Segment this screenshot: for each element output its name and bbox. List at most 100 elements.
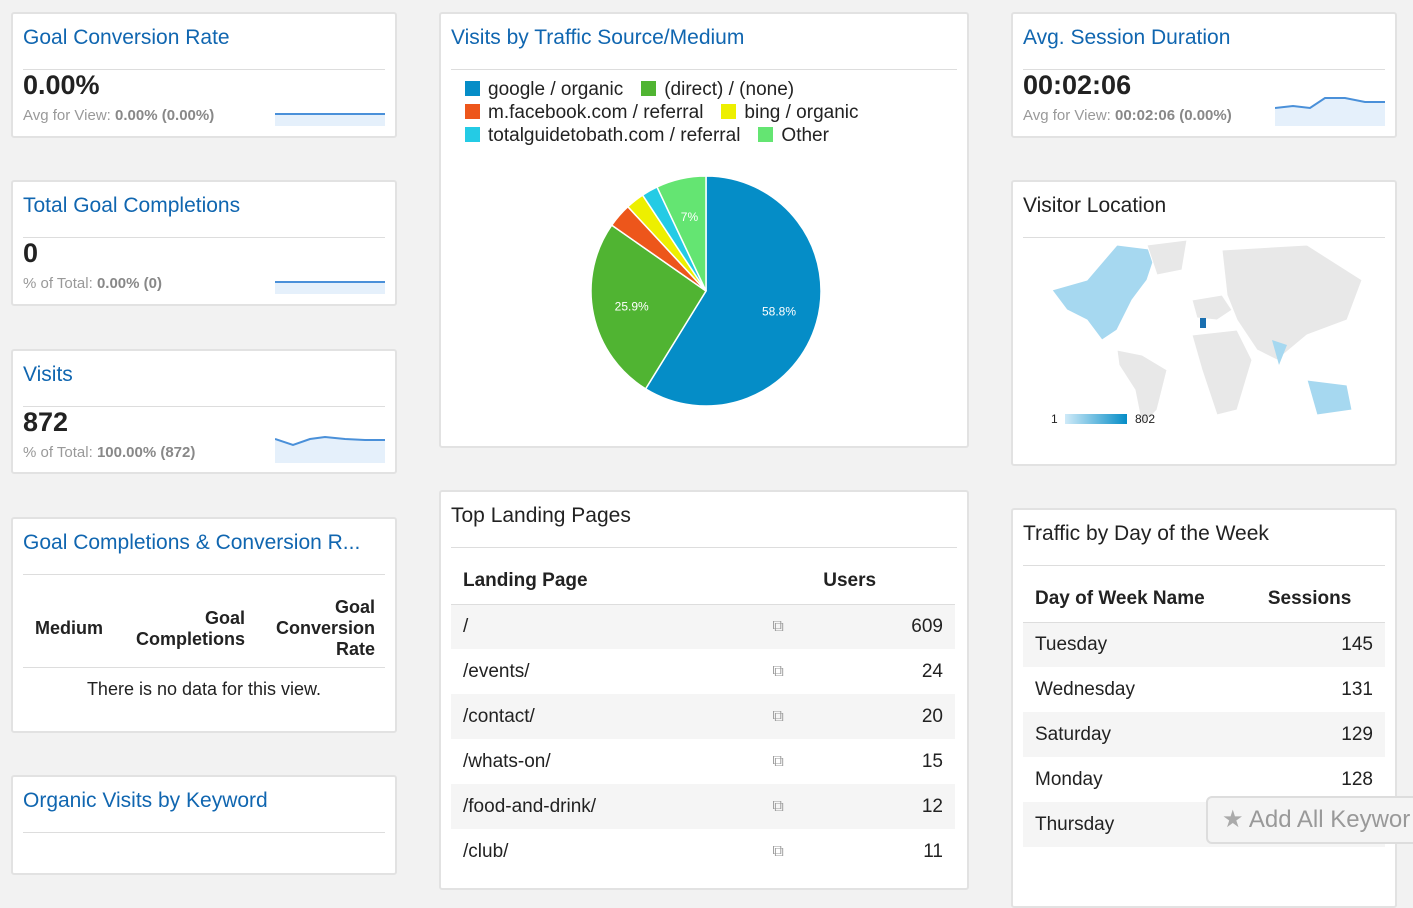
col-header[interactable]: Day of Week Name bbox=[1023, 576, 1256, 622]
metric-value: 0 bbox=[23, 238, 39, 268]
table-row: /whats-on/⧉ 15 bbox=[451, 739, 955, 784]
table-row: / ⧉ 609 bbox=[451, 604, 955, 649]
sub-value: 00:02:06 (0.00%) bbox=[1115, 107, 1232, 124]
traffic-source-widget: Visits by Traffic Source/Medium google /… bbox=[439, 12, 969, 448]
legend-item: bing / organic bbox=[721, 101, 859, 124]
visitor-location-widget: Visitor Location 1 802 bbox=[1011, 180, 1397, 466]
col-header[interactable]: Goal Completions bbox=[125, 591, 245, 667]
open-external-icon[interactable]: ⧉ bbox=[745, 649, 811, 694]
table-row: /contact/⧉ 20 bbox=[451, 694, 955, 739]
sparkline bbox=[275, 435, 385, 463]
widget-title[interactable]: Goal Completions & Conversion R... bbox=[23, 531, 385, 575]
sparkline bbox=[1275, 97, 1385, 126]
goal-table-widget: Goal Completions & Conversion R... Mediu… bbox=[11, 517, 397, 733]
legend-item: totalguidetobath.com / referral bbox=[465, 124, 740, 147]
users: 11 bbox=[923, 840, 943, 862]
landing-page[interactable]: /club/ bbox=[451, 829, 745, 874]
sub-label: % of Total: bbox=[23, 444, 93, 461]
legend-max: 802 bbox=[1135, 412, 1156, 426]
sessions: 129 bbox=[1255, 712, 1385, 757]
sessions: 145 bbox=[1255, 622, 1385, 667]
sparkline bbox=[275, 113, 385, 126]
day-of-week-widget: Traffic by Day of the Week Day of Week N… bbox=[1011, 508, 1397, 908]
widget-title: Top Landing Pages bbox=[451, 504, 957, 548]
sub-label: % of Total: bbox=[23, 275, 93, 292]
col-header[interactable]: Sessions bbox=[1256, 576, 1385, 622]
empty-message: There is no data for this view. bbox=[86, 679, 322, 699]
metric-value: 00:02:06 bbox=[1023, 70, 1132, 100]
slice-label: 7% bbox=[681, 210, 699, 224]
pie-chart: 58.8% 25.9% 7% bbox=[590, 175, 822, 407]
metric-sub: Avg for View: 0.00% (0.00%) bbox=[23, 107, 214, 124]
col-header[interactable]: Medium bbox=[23, 591, 125, 667]
open-external-icon[interactable]: ⧉ bbox=[744, 694, 812, 739]
landing-page[interactable]: /contact/ bbox=[451, 694, 745, 739]
metric-sub: % of Total: 0.00% (0) bbox=[23, 275, 162, 292]
col-header[interactable]: Users bbox=[811, 558, 955, 604]
day: Tuesday bbox=[1023, 622, 1256, 667]
legend-min: 1 bbox=[1051, 412, 1058, 426]
slice-label: 58.8% bbox=[762, 305, 796, 319]
table-row: /events/⧉ 24 bbox=[451, 649, 955, 694]
button-label: Add All Keywor bbox=[1248, 806, 1411, 833]
col-header[interactable]: Goal Conversion Rate bbox=[245, 591, 385, 667]
add-all-keywords-button[interactable]: ★ Add All Keywor bbox=[1206, 796, 1413, 844]
visits-widget: Visits 872 % of Total: 100.00% (872) bbox=[11, 349, 397, 474]
goal-table: Medium Goal Completions Goal Conversion … bbox=[23, 591, 385, 668]
metric-value: 0.00% bbox=[23, 70, 100, 100]
chart-legend: google / organic (direct) / (none) m.face… bbox=[465, 78, 877, 147]
day: Saturday bbox=[1023, 712, 1256, 757]
landing-page[interactable]: / bbox=[451, 604, 745, 649]
widget-title: Traffic by Day of the Week bbox=[1023, 522, 1385, 566]
col-header[interactable]: Landing Page bbox=[451, 558, 745, 604]
star-icon: ★ bbox=[1222, 806, 1244, 833]
sub-value: 0.00% (0.00%) bbox=[115, 107, 215, 124]
legend-item: (direct) / (none) bbox=[641, 78, 794, 101]
metric-value: 872 bbox=[23, 407, 69, 437]
world-map[interactable] bbox=[1047, 240, 1367, 440]
goal-conversion-widget: Goal Conversion Rate 0.00% Avg for View:… bbox=[11, 12, 397, 138]
goal-completions-widget: Total Goal Completions 0 % of Total: 0.0… bbox=[11, 180, 397, 306]
sparkline bbox=[275, 281, 385, 294]
organic-keyword-widget: Organic Visits by Keyword bbox=[11, 775, 397, 875]
legend-item: m.facebook.com / referral bbox=[465, 101, 703, 124]
landing-table: Landing Page Users / ⧉ 609/events/⧉ 24/contac… bbox=[451, 558, 955, 874]
metric-sub: % of Total: 100.00% (872) bbox=[23, 444, 195, 461]
users: 24 bbox=[921, 660, 943, 682]
metric-sub: Avg for View: 00:02:06 (0.00%) bbox=[1023, 107, 1232, 124]
legend-item: google / organic bbox=[465, 78, 623, 101]
widget-title[interactable]: Visits bbox=[23, 363, 385, 407]
landing-page[interactable]: /events/ bbox=[451, 649, 745, 694]
widget-title: Visitor Location bbox=[1023, 194, 1385, 238]
day: Wednesday bbox=[1035, 678, 1135, 700]
table-row: Wednesday 131 bbox=[1023, 667, 1385, 712]
slice-label: 25.9% bbox=[615, 299, 649, 313]
table-row: Tuesday 145 bbox=[1023, 622, 1385, 667]
widget-title[interactable]: Goal Conversion Rate bbox=[23, 26, 385, 70]
sub-value: 100.00% (872) bbox=[96, 444, 196, 461]
table-row: /food-and-drink/⧉ 12 bbox=[451, 784, 955, 829]
table-row: Saturday 129 bbox=[1023, 712, 1385, 757]
users: 609 bbox=[811, 604, 955, 649]
widget-title[interactable]: Visits by Traffic Source/Medium bbox=[451, 26, 957, 70]
widget-title[interactable]: Avg. Session Duration bbox=[1023, 26, 1385, 70]
sub-label: Avg for View: bbox=[23, 107, 111, 124]
landing-page[interactable]: /food-and-drink/ bbox=[451, 784, 745, 829]
widget-title[interactable]: Organic Visits by Keyword bbox=[23, 789, 385, 833]
open-external-icon[interactable]: ⧉ bbox=[744, 604, 812, 649]
users: 20 bbox=[811, 694, 955, 739]
sub-value: 0.00% (0) bbox=[96, 275, 162, 292]
session-duration-widget: Avg. Session Duration 00:02:06 Avg for V… bbox=[1011, 12, 1397, 138]
color-scale bbox=[1065, 414, 1127, 424]
landing-page[interactable]: /whats-on/ bbox=[451, 739, 745, 784]
open-external-icon[interactable]: ⧉ bbox=[744, 784, 812, 829]
open-external-icon[interactable]: ⧉ bbox=[745, 829, 811, 874]
table-row: /club/⧉ 11 bbox=[451, 829, 955, 874]
open-external-icon[interactable]: ⧉ bbox=[745, 739, 811, 784]
sessions: 131 bbox=[1341, 678, 1373, 700]
users: 15 bbox=[921, 750, 943, 772]
landing-pages-widget: Top Landing Pages Landing Page Users / ⧉ 609… bbox=[439, 490, 969, 890]
legend-item: Other bbox=[758, 124, 829, 147]
widget-title[interactable]: Total Goal Completions bbox=[23, 194, 385, 238]
users: 12 bbox=[811, 784, 955, 829]
